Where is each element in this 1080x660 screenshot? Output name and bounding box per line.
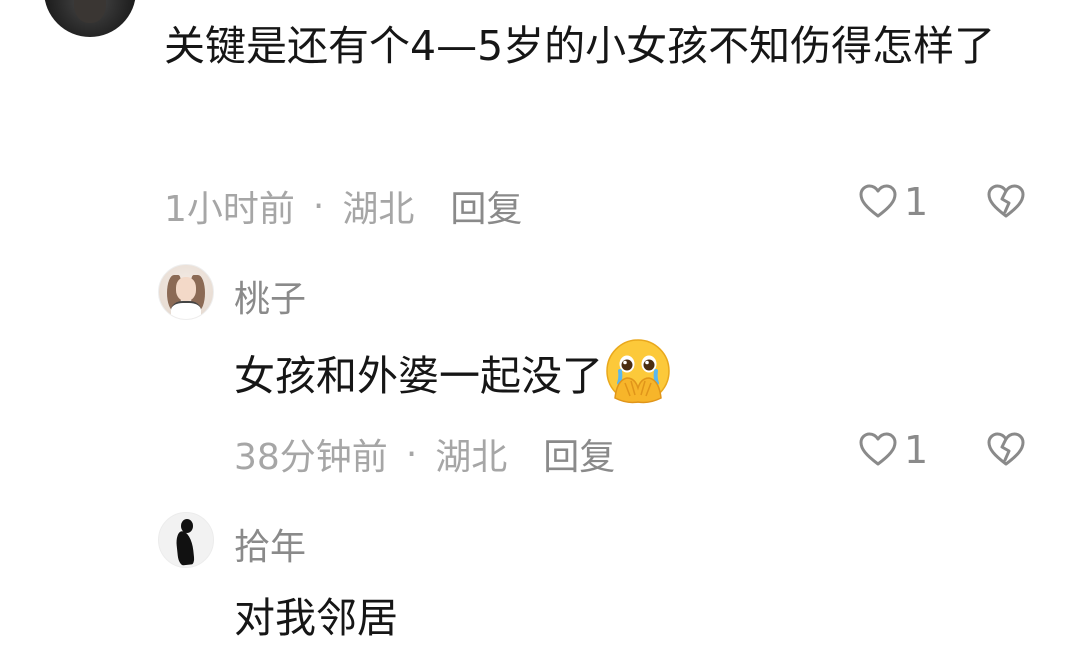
meta-separator: · xyxy=(312,185,325,227)
avatar-face xyxy=(176,277,196,301)
comment-text: 关键是还有个4—5岁的小女孩不知伤得怎样了 xyxy=(164,22,996,70)
comment-text: 女孩和外婆一起没了 xyxy=(234,338,671,408)
comment-text-content: 女孩和外婆一起没了 xyxy=(234,352,603,400)
username[interactable]: 桃子 xyxy=(234,270,306,322)
like-count: 1 xyxy=(904,180,929,224)
like-count: 1 xyxy=(904,428,929,472)
username[interactable]: 拾年 xyxy=(234,518,306,570)
comment-location: 湖北 xyxy=(342,189,415,230)
avatar[interactable] xyxy=(158,512,214,568)
heart-outline-icon[interactable] xyxy=(858,182,898,222)
comment-text: 对我邻居 xyxy=(234,594,398,642)
comment-actions: 1 xyxy=(858,428,1026,472)
avatar-silhouette-body xyxy=(175,530,195,566)
comment-meta: 38分钟前 · 湖北 回复 xyxy=(234,428,615,480)
comment-location: 湖北 xyxy=(435,437,508,478)
comment-time: 38分钟前 xyxy=(234,437,388,478)
broken-heart-outline-icon[interactable] xyxy=(986,182,1026,222)
reply-button[interactable]: 回复 xyxy=(543,428,615,480)
broken-heart-outline-icon[interactable] xyxy=(986,430,1026,470)
reply-button[interactable]: 回复 xyxy=(450,180,522,232)
heart-outline-icon[interactable] xyxy=(858,430,898,470)
crying-hands-emoji xyxy=(605,338,671,404)
avatar-body xyxy=(171,301,201,319)
comment-meta: 1小时前 · 湖北 回复 xyxy=(164,180,522,232)
meta-separator: · xyxy=(405,433,418,475)
comment-actions: 1 xyxy=(858,180,1026,224)
avatar[interactable] xyxy=(44,0,136,37)
avatar[interactable] xyxy=(158,264,214,320)
comment-time: 1小时前 xyxy=(164,189,295,230)
avatar-face xyxy=(74,0,106,23)
